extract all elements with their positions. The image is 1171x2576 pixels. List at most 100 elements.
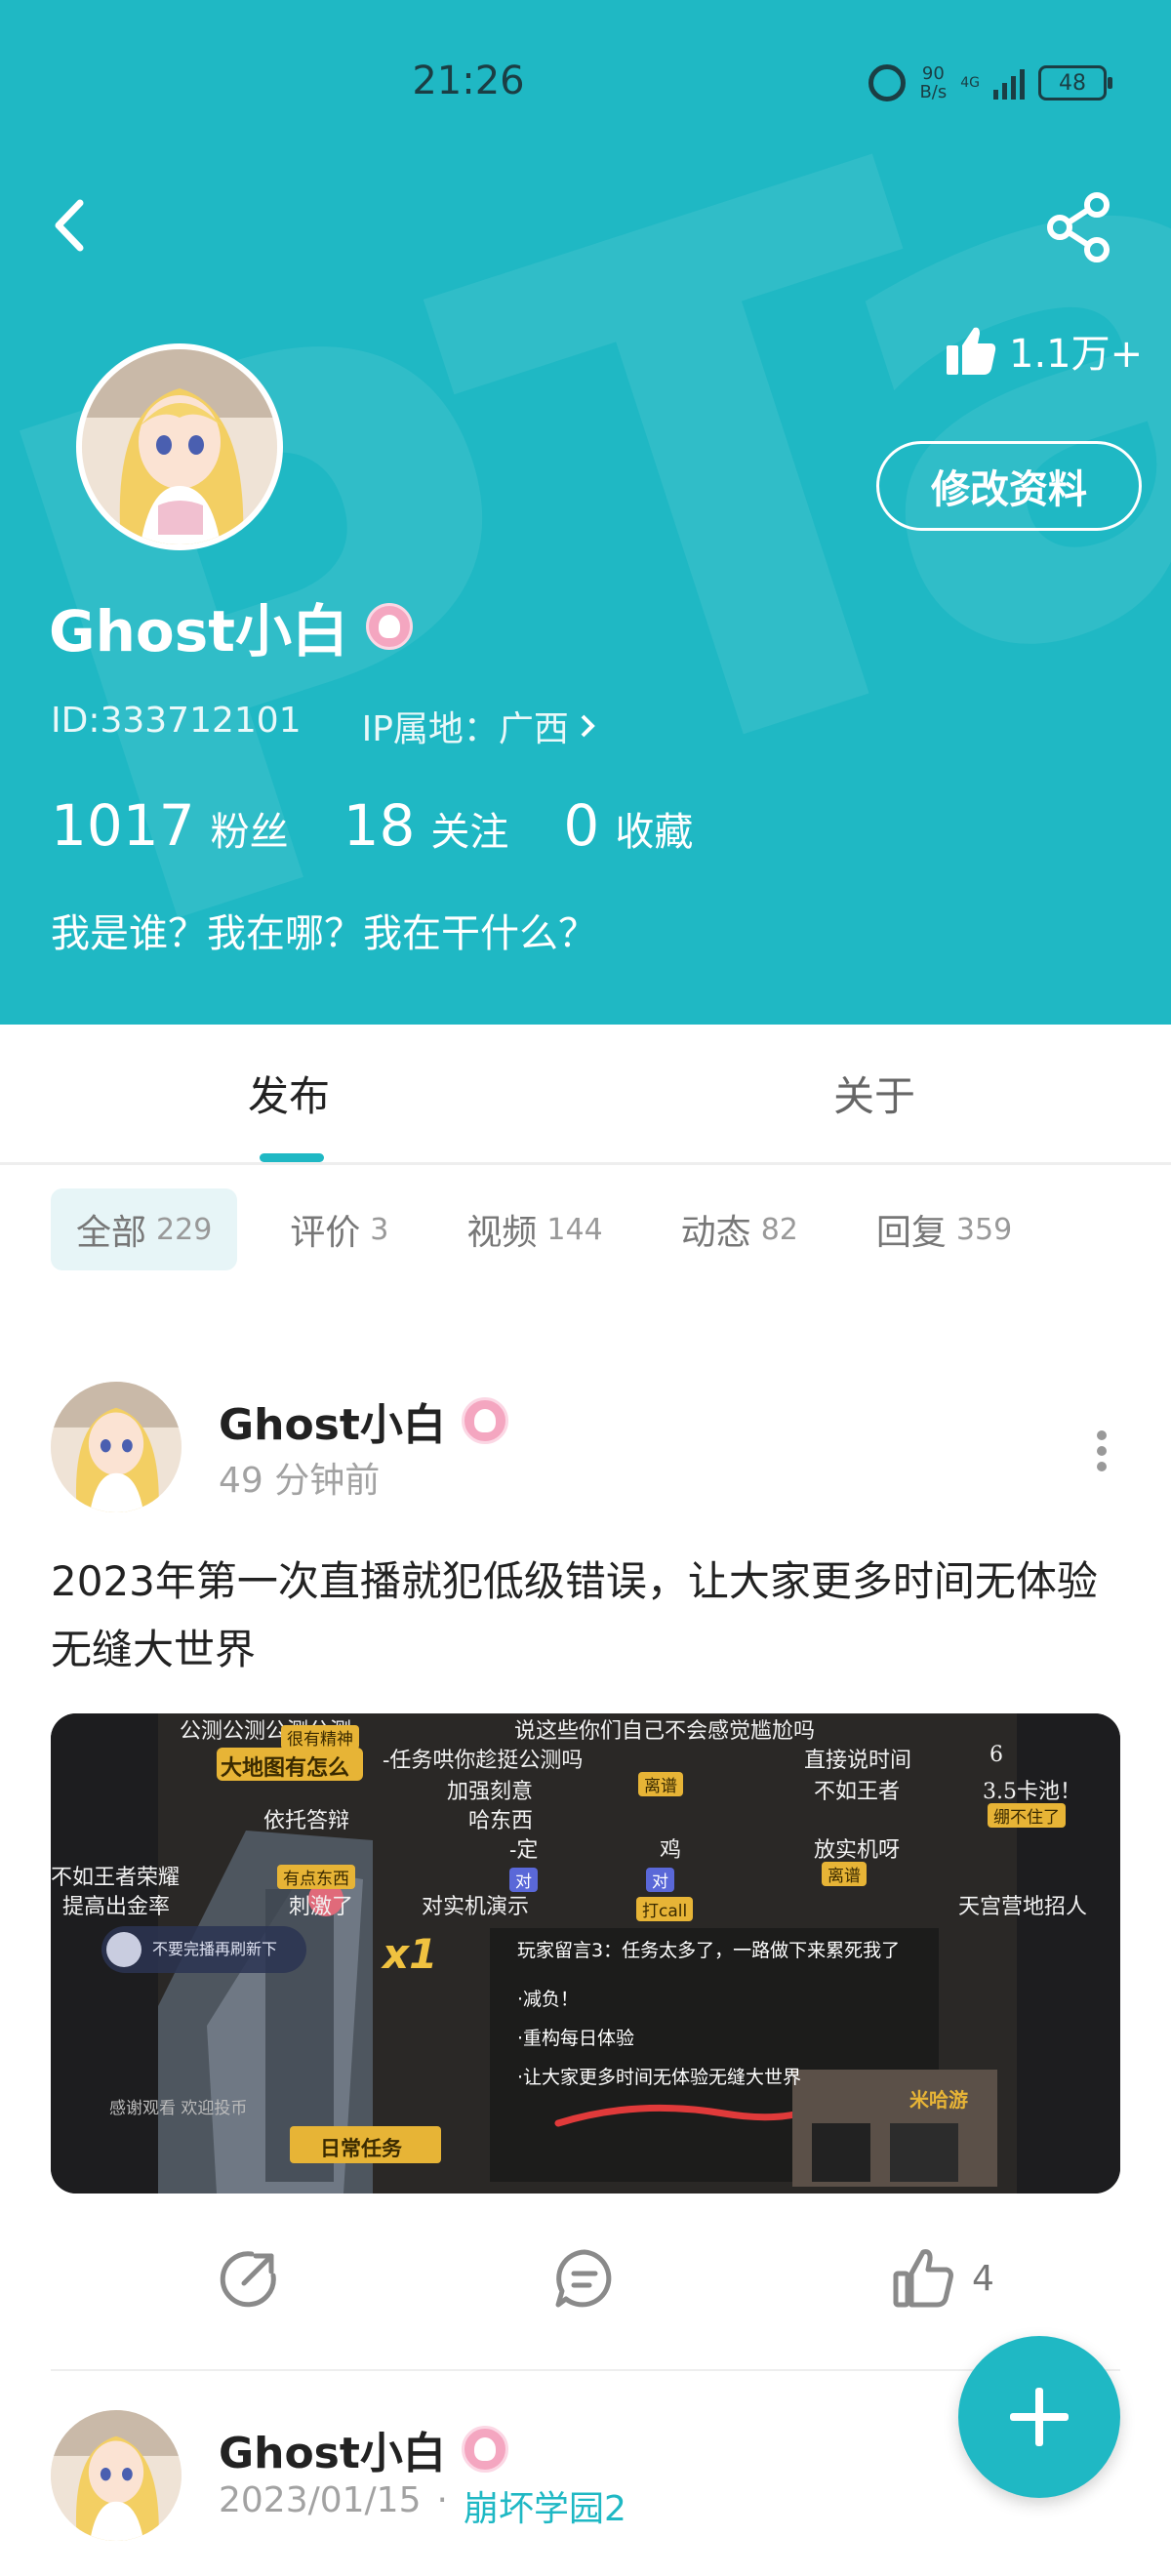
post-avatar[interactable]	[51, 1382, 182, 1512]
hud-badge: 绷不住了	[988, 1803, 1066, 1828]
danmaku-line: 哈东西	[468, 1809, 534, 1833]
signal-icon	[993, 66, 1025, 100]
post-video-thumbnail[interactable]: 公测公测公测公测 说这些你们自己不会感觉尴尬吗 -任务哄你趁挺公测吗 加强刻意 …	[51, 1713, 1120, 2194]
danmaku-line: 说这些你们自己不会感觉尴尬吗	[514, 1719, 816, 1744]
network-type: 4G	[960, 75, 980, 91]
hud-headline: 大地图有怎么	[221, 1756, 350, 1781]
danmaku-line: 对实机演示	[422, 1895, 530, 1919]
more-options-icon[interactable]	[1097, 1430, 1107, 1471]
danmaku-line: 不如王者荣耀	[51, 1866, 181, 1890]
filter-label: 视频	[466, 1213, 538, 1253]
filter-chips: 全部 229 评价 3 视频 144 动态 82 回复 359	[51, 1188, 1037, 1270]
profile-meta: ID:333712101 IP属地：广西	[51, 701, 596, 751]
danmaku-line: 放实机呀	[814, 1838, 901, 1863]
ip-location[interactable]: IP属地：广西	[362, 701, 596, 751]
share-icon[interactable]	[1044, 191, 1116, 263]
post-divider	[51, 2369, 1120, 2371]
post-game-tag[interactable]: 崩坏学园2	[464, 2480, 626, 2531]
post-time: 49 分钟前	[219, 1452, 380, 1503]
quest-item: ·减负！	[517, 1989, 580, 2010]
likes-count: 1.1万+	[945, 322, 1143, 379]
thumbs-up-icon	[947, 327, 996, 375]
net-speed: 90 B/s	[919, 64, 947, 101]
profile-stats: 1017 粉丝 18 关注 0 收藏	[51, 792, 693, 859]
stat-following[interactable]: 18 关注	[343, 792, 509, 859]
share-arrow-icon	[220, 2251, 276, 2308]
status-bar: 21:26 90 B/s 4G 48	[0, 57, 1171, 115]
hud-small-text: 不要完播再刷新下	[152, 1940, 278, 1958]
share-post-button[interactable]	[217, 2246, 281, 2311]
danmaku-line: 刺激了	[289, 1895, 354, 1919]
danmaku-line: 不如王者	[814, 1780, 901, 1804]
filter-all[interactable]: 全部 229	[51, 1188, 238, 1270]
stream-label: 米哈游	[909, 2088, 968, 2112]
filter-count: 3	[370, 1212, 389, 1247]
post-author-name: Ghost小白	[219, 2429, 446, 2478]
danmaku-line: 提高出金率	[62, 1895, 171, 1919]
comment-icon	[555, 2249, 612, 2308]
create-post-button[interactable]	[958, 2336, 1120, 2498]
profile-name: Ghost小白	[49, 585, 413, 667]
content-tabs: 发布 关于	[0, 1025, 1171, 1165]
stat-number: 0	[563, 792, 600, 859]
net-speed-unit: B/s	[919, 82, 948, 102]
danmaku-line: 加强刻意	[447, 1780, 534, 1804]
hud-bottom-text: 感谢观看 欢迎投币	[109, 2099, 248, 2118]
user-id: ID:333712101	[51, 701, 302, 741]
stat-number: 18	[343, 792, 416, 859]
edit-profile-button[interactable]: 修改资料	[876, 441, 1142, 531]
comment-button[interactable]	[552, 2246, 617, 2311]
post-author[interactable]: Ghost小白	[219, 2418, 508, 2480]
hud-multiplier: x1	[383, 1930, 438, 1978]
status-time: 21:26	[412, 59, 525, 103]
filter-count: 229	[156, 1212, 213, 1247]
level-badge-icon	[461, 2426, 508, 2473]
danmaku-line: -定	[509, 1838, 539, 1863]
back-arrow-icon[interactable]	[43, 191, 101, 260]
quest-title: 玩家留言3：任务太多了，一路做下来累死我了	[517, 1940, 901, 1961]
filter-moments[interactable]: 动态 82	[656, 1188, 824, 1270]
stat-label: 关注	[430, 810, 509, 855]
danmaku-line: 天宫营地招人	[958, 1895, 1088, 1919]
filter-count: 144	[546, 1212, 603, 1247]
status-icons: 90 B/s 4G 48	[868, 64, 1112, 101]
quest-item: ·让大家更多时间无体验无缝大世界	[517, 2067, 802, 2088]
task-label: 日常任务	[320, 2137, 402, 2160]
like-button[interactable]: 4	[892, 2246, 994, 2311]
danmaku-line: 3.5卡池！	[983, 1780, 1081, 1804]
profile-bio: 我是谁？我在哪？我在干什么？	[51, 911, 597, 956]
tab-indicator	[260, 1153, 324, 1162]
stat-favorites[interactable]: 0 收藏	[563, 792, 693, 859]
danmaku-line: 依托答辩	[263, 1809, 350, 1833]
post-avatar[interactable]	[51, 2410, 182, 2541]
filter-videos[interactable]: 视频 144	[441, 1188, 627, 1270]
thumbs-up-outline-icon	[893, 2249, 953, 2308]
stat-followers[interactable]: 1017 粉丝	[51, 792, 289, 859]
dot-separator: ·	[436, 2480, 448, 2520]
post-time: 2023/01/15 · 崩坏学园2	[219, 2480, 626, 2531]
hud-badge: 离谱	[822, 1862, 867, 1886]
net-speed-value: 90	[921, 63, 945, 84]
tab-posts[interactable]: 发布	[248, 1064, 330, 1123]
level-badge-icon	[461, 1397, 508, 1444]
profile-header: PTa 21:26 90 B/s 4G 48 1.1万+ 修改资料 Ghost小…	[0, 0, 1171, 1025]
stat-label: 粉丝	[210, 810, 289, 855]
level-badge-icon	[366, 603, 413, 650]
filter-count: 359	[955, 1212, 1013, 1247]
filter-label: 回复	[875, 1213, 947, 1253]
hud-badge: 很有精神	[281, 1725, 359, 1750]
profile-name-text: Ghost小白	[49, 598, 348, 664]
post-time-text: 49 分钟前	[219, 1461, 381, 1501]
avatar[interactable]	[76, 343, 283, 550]
post-author[interactable]: Ghost小白	[219, 1389, 508, 1452]
filter-replies[interactable]: 回复 359	[851, 1188, 1037, 1270]
tab-about[interactable]: 关于	[833, 1064, 915, 1123]
stat-number: 1017	[51, 792, 195, 859]
danmaku-line: -任务哄你趁挺公测吗	[383, 1749, 584, 1773]
post-time-text: 2023/01/15	[219, 2480, 422, 2520]
filter-label: 评价	[290, 1213, 361, 1253]
alarm-icon	[868, 64, 907, 101]
post-text[interactable]: 2023年第一次直播就犯低级错误，让大家更多时间无体验无缝大世界	[51, 1548, 1120, 1684]
hud-badge: 离谱	[638, 1772, 683, 1796]
filter-reviews[interactable]: 评价 3	[264, 1188, 414, 1270]
